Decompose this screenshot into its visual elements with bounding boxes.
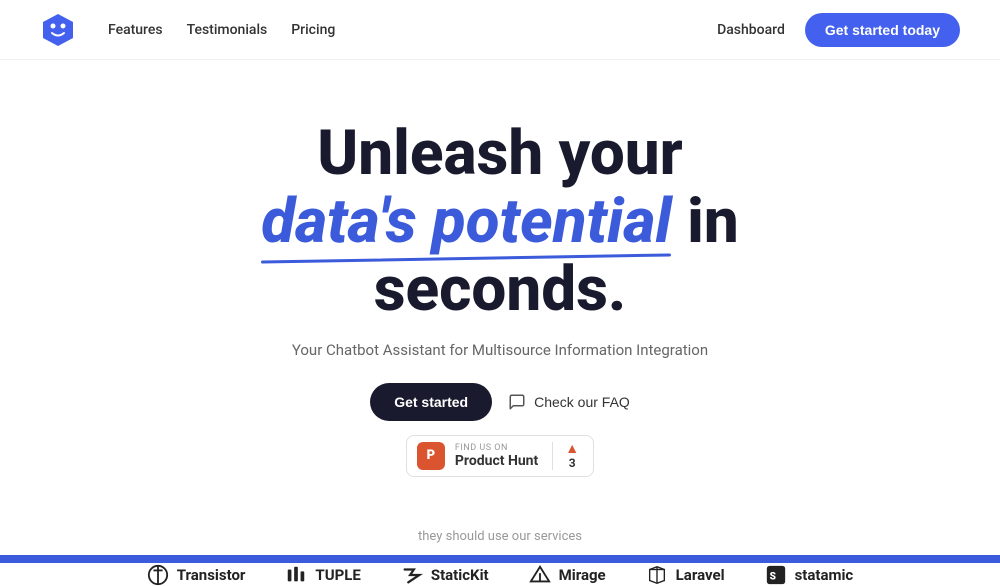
hero-buttons: Get started Check our FAQ — [370, 383, 630, 421]
statickit-label: StaticKit — [431, 566, 489, 584]
product-hunt-icon: P — [417, 442, 445, 470]
hero-title: Unleash your data's potential in seconds… — [261, 120, 738, 325]
nav-left: Features Testimonials Pricing — [40, 12, 335, 48]
upvote-arrow: ▲ — [565, 442, 579, 456]
check-faq-button[interactable]: Check our FAQ — [508, 393, 630, 411]
chat-icon — [508, 393, 526, 411]
get-started-button[interactable]: Get started — [370, 383, 492, 421]
faq-label: Check our FAQ — [534, 394, 630, 410]
product-hunt-text: FIND US ON Product Hunt — [455, 443, 538, 469]
laravel-label: Laravel — [676, 566, 725, 584]
hero-title-in: in — [672, 185, 739, 258]
logo-laravel: Laravel — [646, 564, 725, 586]
hero-subtitle: Your Chatbot Assistant for Multisource I… — [292, 341, 708, 359]
product-hunt-find: FIND US ON — [455, 443, 538, 453]
logos-row: Transistor TUPLE StaticKit Mirage — [0, 564, 1000, 586]
hero-title-highlight: data's potential — [261, 188, 671, 256]
nav-link-testimonials[interactable]: Testimonials — [187, 22, 268, 38]
tuple-icon — [285, 564, 307, 586]
navbar: Features Testimonials Pricing Dashboard … — [0, 0, 1000, 60]
product-hunt-name: Product Hunt — [455, 453, 538, 469]
nav-links: Features Testimonials Pricing — [108, 22, 335, 38]
transistor-label: Transistor — [177, 566, 246, 584]
logo[interactable] — [40, 12, 76, 48]
statamic-label: statamic — [795, 566, 854, 584]
hero-title-line3: seconds. — [374, 253, 627, 326]
logos-label: they should use our services — [0, 529, 1000, 544]
mirage-label: Mirage — [559, 566, 606, 584]
footer-bar — [0, 555, 1000, 563]
nav-right: Dashboard Get started today — [717, 13, 960, 47]
vote-count: 3 — [569, 456, 576, 470]
nav-link-features[interactable]: Features — [108, 22, 163, 38]
dashboard-link[interactable]: Dashboard — [717, 22, 785, 38]
logo-statamic: S statamic — [765, 564, 854, 586]
statamic-icon: S — [765, 564, 787, 586]
hero-section: Unleash your data's potential in seconds… — [0, 60, 1000, 477]
transistor-icon — [147, 564, 169, 586]
product-hunt-votes: ▲ 3 — [552, 442, 579, 470]
logo-statickit: StaticKit — [401, 564, 489, 586]
laravel-icon — [646, 564, 668, 586]
get-started-today-button[interactable]: Get started today — [805, 13, 960, 47]
logo-transistor: Transistor — [147, 564, 246, 586]
nav-link-pricing[interactable]: Pricing — [291, 22, 335, 38]
mirage-icon — [529, 564, 551, 586]
statickit-icon — [401, 564, 423, 586]
product-hunt-badge[interactable]: P FIND US ON Product Hunt ▲ 3 — [406, 435, 594, 477]
tuple-label: TUPLE — [315, 566, 360, 584]
svg-text:S: S — [769, 571, 775, 582]
logo-tuple: TUPLE — [285, 564, 360, 586]
logo-mirage: Mirage — [529, 564, 606, 586]
hero-title-line1: Unleash your — [317, 117, 683, 190]
